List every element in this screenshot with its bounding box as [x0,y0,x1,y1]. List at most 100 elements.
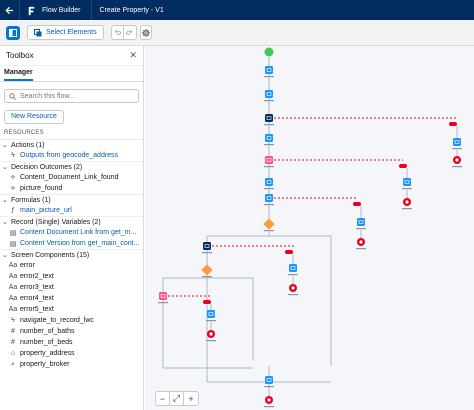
resource-item[interactable]: Aa error [0,260,143,271]
node-label-mark [264,188,274,190]
resource-item[interactable]: ⟡ Content_Document_Link_found [0,172,143,183]
node-label-mark [356,228,366,230]
back-arrow-icon [5,6,14,14]
resource-item-label: error4_text [20,295,54,302]
flow-title: Create Property - V1 [99,6,164,14]
resource-item[interactable]: Aa error3_text [0,282,143,293]
text-icon: Aa [8,273,18,280]
tab-manager[interactable]: Manager [4,69,33,81]
screen-node [265,66,273,74]
undo-button[interactable] [112,26,124,39]
fit-view-button[interactable]: ⤢ [170,392,184,405]
decision-icon: ⟡ [10,184,16,192]
text-icon: Aa [8,284,18,291]
screen-node [403,178,411,186]
screen-node [289,264,297,272]
screen-node [265,90,273,98]
resource-item[interactable]: Aa error5_text [0,304,143,315]
decision-node [201,264,213,276]
decision-node [263,218,275,230]
node-label-mark [202,252,212,254]
node-label-mark [452,148,462,150]
screen-node [265,376,273,384]
resource-item-label: error [20,262,35,269]
toggle-toolbox-button[interactable] [6,25,20,40]
fault-badge [285,250,293,254]
redo-button[interactable] [124,26,136,39]
resource-item[interactable]: # number_of_beds [0,337,143,348]
resource-item[interactable]: Aa error2_text [0,271,143,282]
resource-section-label: Actions (1) [11,141,45,149]
resource-section-header[interactable]: ⌄ Decision Outcomes (2) [0,161,143,172]
new-resource-button[interactable]: New Resource [4,110,64,124]
node-label-mark [402,208,412,210]
toolbox-tabs: Manager [0,66,143,82]
resource-item[interactable]: ⟡ picture_found [0,183,143,194]
resource-item[interactable]: ϟ navigate_to_record_lwc [0,315,143,326]
screen-node [265,178,273,186]
fault-badge [203,300,211,304]
resource-item[interactable]: # number_of_baths [0,326,143,337]
back-button[interactable] [0,0,20,20]
text-icon: Aa [8,262,18,269]
resource-item-label: Content_Document_Link_found [20,174,119,181]
toolbox-panel: Toolbox ✕ Manager Search this flow... Ne… [0,46,144,410]
toolbox-title: Toolbox [6,51,34,60]
end-node-dot [405,200,409,204]
screen-node [453,138,461,146]
node-label-mark [264,386,274,388]
resource-sections: ⌄ Actions (1) ϟ Outputs from geocode_addres… [0,139,143,370]
resource-section-header[interactable]: ⌄ Screen Components (15) [0,249,143,260]
chevron-down-icon: ⌄ [2,164,8,171]
number-icon: # [11,328,15,335]
fault-badge [353,202,361,206]
flow-logo-icon [28,6,35,15]
record-icon: ▤ [9,229,17,237]
resource-section-header[interactable]: ⌄ Formulas (1) [0,194,143,205]
node-label-mark [206,320,216,322]
settings-button[interactable] [139,25,152,40]
screen-node [265,134,273,142]
bolt-icon: ϟ [11,152,15,159]
number-icon: # [11,339,15,346]
resource-section-header[interactable]: ⌄ Actions (1) [0,139,143,150]
node-label-mark [202,276,212,278]
resource-item-label: error2_text [20,273,54,280]
resource-item[interactable]: ⌂ property_address [0,348,143,359]
zoom-out-button[interactable]: − [156,392,170,405]
resource-section-header[interactable]: ⌄ Record (Single) Variables (2) [0,216,143,227]
search-icon [9,92,16,100]
select-elements-button[interactable]: Select Elements [27,25,104,40]
chevron-down-icon: ⌄ [2,219,8,226]
resource-item[interactable]: Aa error4_text [0,293,143,304]
action-node [265,114,273,122]
flow-canvas[interactable]: − ⤢ + [145,46,474,410]
resource-item-label: Content Document Link from get_m... [20,229,137,236]
undo-redo-group [110,25,137,40]
node-label-mark [206,340,216,342]
resource-item[interactable]: ⌕ property_broker [0,359,143,370]
close-icon[interactable]: ✕ [129,50,137,61]
header-divider [90,0,92,20]
screen-node [207,310,215,318]
resource-item[interactable]: ϟ Outputs from geocode_address [0,150,143,161]
text-icon: Aa [8,295,18,302]
toolbox-header: Toolbox ✕ [0,46,143,66]
chevron-down-icon: ⌄ [2,197,8,204]
undo-icon [114,29,121,35]
select-icon [34,28,42,36]
resource-item[interactable]: ▤ Content Version from get_main_cont... [0,238,143,249]
end-node-dot [267,398,271,402]
search-input[interactable]: Search this flow... [4,89,139,103]
resource-item[interactable]: ▤ Content Document Link from get_m... [0,227,143,238]
decision-icon: ⟡ [10,173,16,181]
screen-node [357,218,365,226]
resource-item[interactable]: ƒ main_picture_url [0,205,143,216]
node-label-mark [288,294,298,296]
resource-section-label: Decision Outcomes (2) [11,163,83,171]
resources-label: RESOURCES [4,130,44,136]
zoom-in-button[interactable]: + [184,392,198,405]
resource-item-label: property_address [20,350,75,357]
chevron-down-icon: ⌄ [2,252,8,259]
redo-icon [126,29,133,35]
